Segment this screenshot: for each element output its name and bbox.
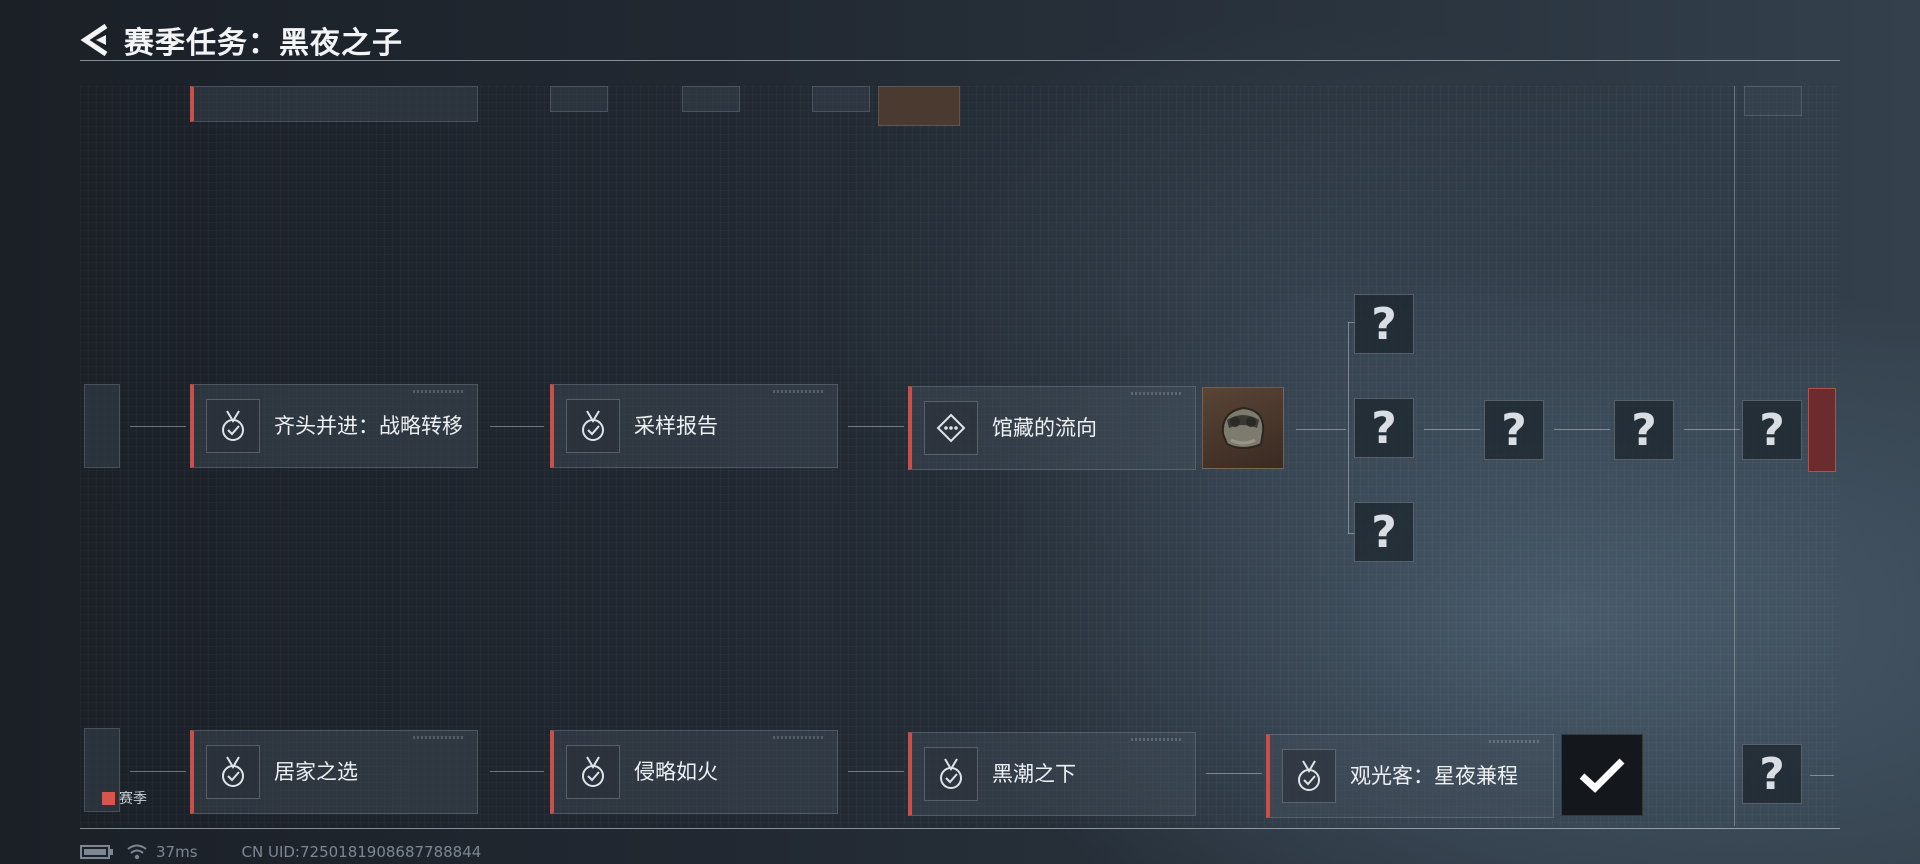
claimed-reward[interactable] (1561, 734, 1643, 816)
ping-readout: 37ms (156, 843, 198, 861)
partial-reward-item[interactable] (878, 86, 960, 126)
quest-icon-box (566, 399, 620, 453)
partial-quest-card[interactable] (190, 86, 478, 122)
connector (490, 426, 544, 427)
quest-icon-box (924, 747, 978, 801)
user-uid: CN UID:7250181908687788844 (241, 843, 482, 861)
medal-check-icon (222, 410, 244, 441)
season-legend: 赛季 (102, 788, 147, 808)
battery-icon (80, 845, 113, 859)
quest-label: 齐头并进：战略转移 (274, 414, 463, 438)
partial-reward-item[interactable] (1808, 388, 1836, 472)
mystery-node[interactable]: ? (1742, 744, 1802, 804)
partial-reward-box[interactable] (550, 86, 608, 112)
connector (1554, 429, 1610, 430)
diamond-dots-icon (936, 413, 966, 443)
quest-label: 侵略如火 (634, 760, 718, 784)
reward-item[interactable] (1202, 387, 1284, 469)
mystery-node[interactable]: ? (1354, 502, 1414, 562)
mystery-node[interactable]: ? (1484, 400, 1544, 460)
quest-label: 黑潮之下 (992, 762, 1076, 786)
previous-node-stub[interactable] (84, 384, 120, 468)
partial-reward-box[interactable] (682, 86, 740, 112)
medal-check-icon (940, 758, 962, 789)
quest-icon-box (206, 399, 260, 453)
connector (1810, 775, 1834, 776)
connector (1424, 429, 1480, 430)
quest-card[interactable]: 侵略如火 (550, 730, 838, 814)
quest-card[interactable]: 居家之选 (190, 730, 478, 814)
quest-icon-box (206, 745, 260, 799)
connector (848, 426, 904, 427)
medal-check-icon (1298, 760, 1320, 791)
mystery-node[interactable]: ? (1742, 400, 1802, 460)
footer-divider (80, 828, 1840, 829)
connector (1206, 773, 1262, 774)
quest-icon-box (924, 401, 978, 455)
checkmark-icon (1579, 758, 1625, 793)
header-divider (80, 60, 1840, 61)
connector (1296, 429, 1346, 430)
quest-label: 居家之选 (274, 760, 358, 784)
quest-card[interactable]: 采样报告 (550, 384, 838, 468)
status-bar: 37ms CN UID:7250181908687788844 (80, 843, 481, 861)
partial-reward-box[interactable] (812, 86, 870, 112)
quest-card[interactable]: 齐头并进：战略转移 (190, 384, 478, 468)
connector (130, 426, 186, 427)
quest-label: 观光客：星夜兼程 (1350, 764, 1518, 788)
page-header: 赛季任务：黑夜之子 (78, 18, 403, 62)
wifi-icon (127, 844, 147, 860)
connector (1684, 429, 1740, 430)
quest-label: 采样报告 (634, 414, 718, 438)
right-edge-line (1734, 86, 1735, 826)
mystery-node[interactable]: ? (1354, 398, 1414, 458)
partial-reward-box[interactable] (1744, 86, 1802, 116)
page-title: 赛季任务：黑夜之子 (124, 26, 403, 61)
quest-icon-box (1282, 749, 1336, 803)
mystery-node[interactable]: ? (1614, 400, 1674, 460)
tactical-helmet-icon (1221, 406, 1265, 449)
back-button[interactable] (78, 20, 114, 60)
connector (490, 771, 544, 772)
quest-card[interactable]: 观光客：星夜兼程 (1266, 734, 1554, 818)
quest-label: 馆藏的流向 (992, 416, 1097, 440)
connector (130, 771, 186, 772)
medal-check-icon (582, 410, 604, 441)
medal-check-icon (222, 756, 244, 787)
back-chevron-icon (80, 23, 108, 57)
legend-label: 赛季 (119, 791, 147, 807)
medal-check-icon (582, 756, 604, 787)
quest-card[interactable]: 黑潮之下 (908, 732, 1196, 816)
branch-line (1348, 322, 1349, 534)
quest-card[interactable]: 馆藏的流向 (908, 386, 1196, 470)
mystery-node[interactable]: ? (1354, 294, 1414, 354)
quest-icon-box (566, 745, 620, 799)
connector (848, 771, 904, 772)
season-swatch (102, 791, 115, 805)
